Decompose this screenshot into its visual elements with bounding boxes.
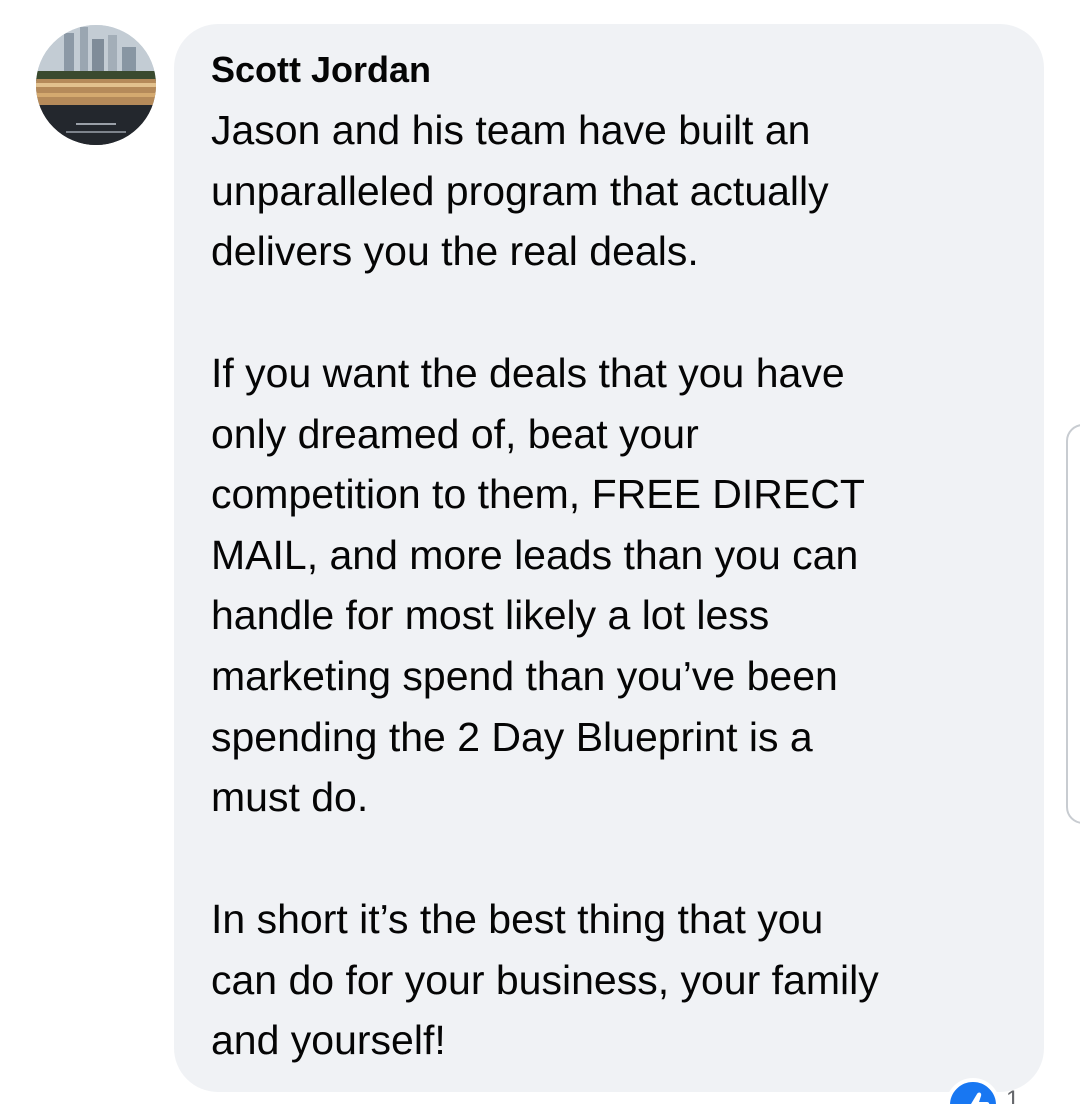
comment-paragraph-2: If you want the deals that you have only… <box>211 343 1011 828</box>
comment-author[interactable]: Scott Jordan <box>211 50 431 90</box>
comment-line: In short it’s the best thing that you <box>211 896 824 942</box>
comment-paragraph-3: In short it’s the best thing that you ca… <box>211 889 1011 1071</box>
comment-line: only dreamed of, beat your <box>211 410 699 457</box>
avatar[interactable] <box>36 25 156 145</box>
comment-line: competition to them, FREE DIRECT <box>211 471 865 518</box>
comment-line: spending the 2 Day Blueprint is a <box>211 713 813 760</box>
comment-line: unparalleled program that actually <box>211 167 829 214</box>
comment-screen: Scott Jordan Jason and his team have bui… <box>0 0 1080 1104</box>
comment-line: marketing spend than you’ve been <box>211 652 838 699</box>
comment-line: If you want the deals that you have <box>211 350 845 396</box>
comment-line: and yourself! <box>211 1017 446 1064</box>
comment-paragraph-1: Jason and his team have built an unparal… <box>211 100 1011 282</box>
reaction-summary[interactable]: 1 <box>946 1078 1056 1104</box>
comment-line: must do. <box>211 774 369 821</box>
scroll-handle[interactable] <box>1066 424 1080 824</box>
comment-line: can do for your business, your family <box>211 956 879 1003</box>
reaction-count: 1 <box>1006 1086 1020 1104</box>
comment-line: handle for most likely a lot less <box>211 592 770 639</box>
comment-line: delivers you the real deals. <box>211 228 699 275</box>
comment-line: MAIL, and more leads than you can <box>211 531 859 578</box>
memorial-photo-icon <box>36 25 156 145</box>
comment-line: Jason and his team have built an <box>211 107 811 153</box>
like-icon <box>946 1078 1000 1104</box>
